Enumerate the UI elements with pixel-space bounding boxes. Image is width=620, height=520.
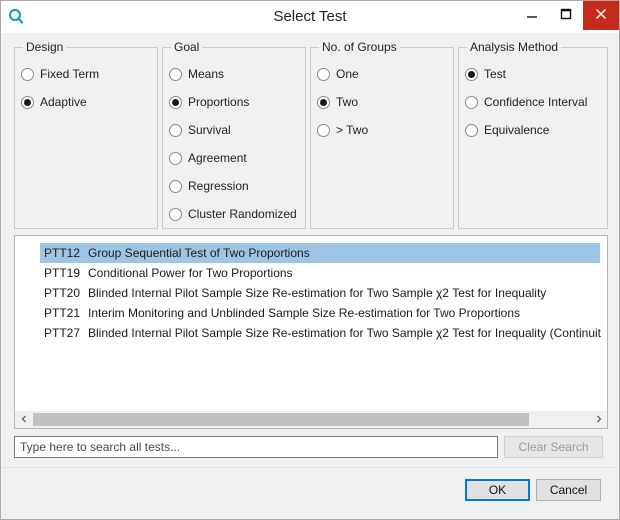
radio-button[interactable] (169, 123, 182, 137)
radio-button[interactable] (317, 123, 330, 137)
search-input[interactable] (14, 436, 498, 458)
test-code: PTT27 (44, 326, 81, 340)
radio-test[interactable]: Test (465, 66, 506, 82)
test-name: Blinded Internal Pilot Sample Size Re-es… (88, 286, 547, 300)
test-list[interactable]: PTT12 Group Sequential Test of Two Propo… (14, 235, 608, 429)
radio-label: One (336, 67, 359, 81)
radio-label: Confidence Interval (484, 95, 588, 109)
radio-cluster-randomized[interactable]: Cluster Randomized (169, 206, 297, 222)
radio-label: Equivalence (484, 123, 550, 137)
radio-label: Two (336, 95, 359, 109)
footer-divider (1, 467, 619, 468)
radio-confidence-interval[interactable]: Confidence Interval (465, 94, 587, 110)
radio-label: Cluster Randomized (188, 207, 297, 221)
radio-two[interactable]: Two (317, 94, 358, 110)
goal-group: Goal Means Proportions Survival Agreemen… (162, 40, 306, 229)
test-name: Group Sequential Test of Two Proportions (88, 246, 310, 260)
radio-label: Agreement (188, 151, 247, 165)
radio-button[interactable] (21, 67, 34, 81)
radio-button[interactable] (465, 67, 478, 81)
scrollbar-thumb[interactable] (33, 413, 529, 426)
clear-search-button[interactable]: Clear Search (504, 436, 603, 458)
radio-button[interactable] (317, 67, 330, 81)
maximize-button[interactable] (549, 1, 583, 30)
design-group: Design Fixed Term Adaptive (14, 40, 158, 229)
ok-button[interactable]: OK (465, 479, 530, 501)
radio-means[interactable]: Means (169, 66, 224, 82)
minimize-button[interactable] (515, 1, 549, 30)
radio-adaptive[interactable]: Adaptive (21, 94, 87, 110)
list-item[interactable]: PTT27 Blinded Internal Pilot Sample Size… (40, 323, 601, 343)
radio-button[interactable] (169, 67, 182, 81)
list-item[interactable]: PTT12 Group Sequential Test of Two Propo… (40, 243, 600, 263)
test-code: PTT12 (44, 246, 81, 260)
design-group-label: Design (23, 40, 67, 54)
test-code: PTT20 (44, 286, 81, 300)
test-name: Interim Monitoring and Unblinded Sample … (88, 306, 520, 320)
horizontal-scrollbar[interactable] (15, 411, 607, 428)
test-name: Conditional Power for Two Proportions (88, 266, 293, 280)
radio-label: Means (188, 67, 225, 81)
radio-label: Test (484, 67, 507, 81)
goal-group-label: Goal (171, 40, 203, 54)
radio-equivalence[interactable]: Equivalence (465, 122, 549, 138)
radio-label: Survival (188, 123, 231, 137)
radio-button[interactable] (169, 151, 182, 165)
test-code: PTT21 (44, 306, 81, 320)
close-icon (595, 8, 607, 23)
radio-label: Fixed Term (40, 67, 100, 81)
radio-label: Proportions (188, 95, 250, 109)
radio-survival[interactable]: Survival (169, 122, 231, 138)
radio-button[interactable] (465, 123, 478, 137)
analysis-group-label: Analysis Method (467, 40, 562, 54)
test-code: PTT19 (44, 266, 81, 280)
radio-one[interactable]: One (317, 66, 359, 82)
test-name: Blinded Internal Pilot Sample Size Re-es… (88, 326, 601, 340)
chevron-right-icon (595, 414, 603, 426)
radio-button[interactable] (21, 95, 34, 109)
radio-button[interactable] (317, 95, 330, 109)
scroll-left-button[interactable] (15, 411, 32, 428)
groups-group-label: No. of Groups (319, 40, 400, 54)
radio-label: > Two (336, 123, 369, 137)
list-item[interactable]: PTT20 Blinded Internal Pilot Sample Size… (40, 283, 546, 303)
groups-group: No. of Groups One Two > Two (310, 40, 454, 229)
select-test-dialog: Select Test Design Fixed Term Adaptive G… (0, 0, 620, 520)
radio-button[interactable] (465, 95, 478, 109)
title-bar[interactable]: Select Test (1, 1, 619, 33)
radio-regression[interactable]: Regression (169, 178, 249, 194)
list-item[interactable]: PTT19 Conditional Power for Two Proporti… (40, 263, 293, 283)
radio-agreement[interactable]: Agreement (169, 150, 247, 166)
radio-button[interactable] (169, 95, 182, 109)
minimize-icon (526, 8, 538, 23)
list-item[interactable]: PTT21 Interim Monitoring and Unblinded S… (40, 303, 520, 323)
maximize-icon (560, 8, 572, 23)
radio-more-than-two[interactable]: > Two (317, 122, 368, 138)
radio-button[interactable] (169, 179, 182, 193)
scroll-right-button[interactable] (590, 411, 607, 428)
cancel-button[interactable]: Cancel (536, 479, 601, 501)
radio-button[interactable] (169, 207, 182, 221)
radio-label: Adaptive (40, 95, 87, 109)
radio-proportions[interactable]: Proportions (169, 94, 249, 110)
close-button[interactable] (583, 1, 619, 30)
analysis-method-group: Analysis Method Test Confidence Interval… (458, 40, 608, 229)
radio-fixed-term[interactable]: Fixed Term (21, 66, 99, 82)
radio-label: Regression (188, 179, 249, 193)
chevron-left-icon (20, 414, 28, 426)
